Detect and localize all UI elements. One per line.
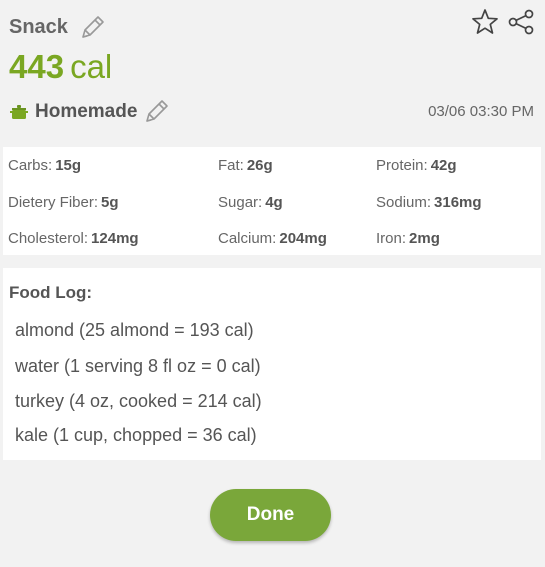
nutrient-label: Carbs: — [8, 157, 53, 174]
food-log-title: Food Log: — [9, 283, 93, 302]
source-label: Homemade — [35, 101, 138, 122]
nutrient-label: Fat: — [218, 157, 244, 174]
edit-source-pencil-icon[interactable] — [141, 97, 171, 127]
nutrient-calcium: Calcium: 204mg — [218, 230, 327, 247]
nutrient-label: Dietery Fiber: — [8, 194, 99, 211]
nutrient-label: Iron: — [376, 230, 407, 247]
meal-name: Snack — [9, 16, 68, 38]
nutrient-iron: Iron: 2mg — [376, 230, 440, 247]
nutrient-protein: Protein: 42g — [376, 157, 457, 174]
nutrient-value: 316mg — [434, 194, 482, 211]
nutrient-value: 2mg — [409, 230, 440, 247]
nutrient-value: 124mg — [91, 230, 139, 247]
nutrient-value: 4g — [265, 194, 283, 211]
nutrient-sodium: Sodium: 316mg — [376, 194, 482, 211]
meal-header: Snack 443 cal Homemade 03/06 03:30 PM — [0, 0, 545, 140]
nutrient-value: 15g — [55, 157, 82, 174]
nutrient-sugar: Sugar: 4g — [218, 194, 283, 211]
calorie-total: 443 cal — [9, 48, 112, 86]
nutrient-panel: Carbs: 15g Fat: 26g Protein: 42g Dietery Fi… — [3, 147, 541, 255]
star-icon[interactable] — [470, 7, 500, 37]
food-log-item[interactable]: turkey (4 oz, cooked = 214 cal) — [15, 391, 262, 412]
share-icon[interactable] — [506, 7, 536, 37]
food-log-panel: Food Log: almond (25 almond = 193 cal) w… — [3, 268, 541, 460]
nutrient-value: 204mg — [279, 230, 327, 247]
nutrient-value: 42g — [430, 157, 457, 174]
done-button[interactable]: Done — [210, 489, 331, 541]
nutrient-label: Sodium: — [376, 194, 432, 211]
nutrient-dietary-fiber: Dietery Fiber: 5g — [8, 194, 119, 211]
food-log-item[interactable]: kale (1 cup, chopped = 36 cal) — [15, 425, 257, 446]
nutrient-label: Protein: — [376, 157, 428, 174]
nutrient-fat: Fat: 26g — [218, 157, 273, 174]
nutrient-carbs: Carbs: 15g — [8, 157, 81, 174]
nutrient-label: Calcium: — [218, 230, 277, 247]
nutrient-value: 26g — [246, 157, 273, 174]
nutrient-cholesterol: Cholesterol: 124mg — [8, 230, 139, 247]
meal-timestamp: 03/06 03:30 PM — [428, 103, 534, 120]
nutrient-label: Cholesterol: — [8, 230, 89, 247]
food-log-item[interactable]: almond (25 almond = 193 cal) — [15, 320, 254, 341]
edit-meal-name-pencil-icon[interactable] — [77, 13, 107, 43]
nutrient-value: 5g — [101, 194, 119, 211]
calorie-unit: cal — [70, 48, 113, 85]
nutrient-label: Sugar: — [218, 194, 263, 211]
food-log-item[interactable]: water (1 serving 8 fl oz = 0 cal) — [15, 356, 261, 377]
cooking-pot-icon — [9, 102, 29, 122]
calorie-value: 443 — [9, 48, 65, 85]
